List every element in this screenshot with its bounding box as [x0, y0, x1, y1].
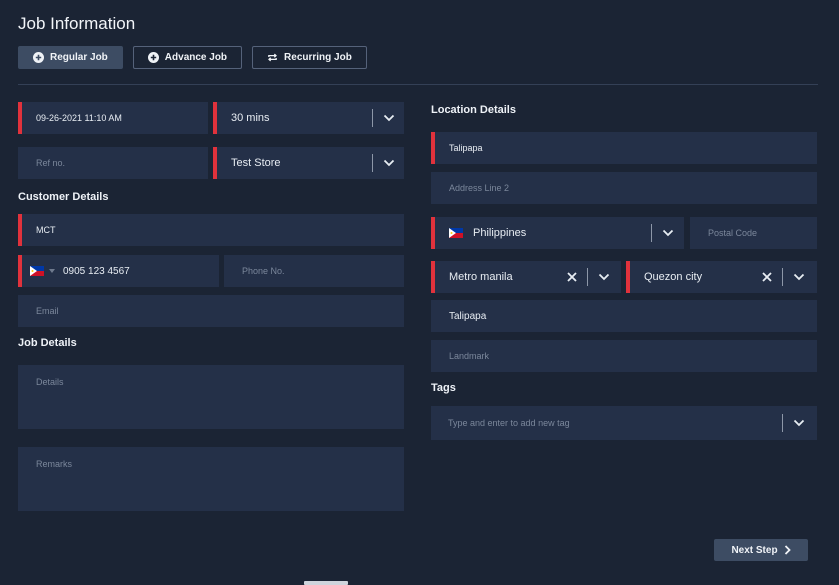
barangay-value: Talipapa	[449, 310, 487, 322]
repeat-icon	[267, 52, 278, 63]
country-value: Philippines	[473, 227, 527, 239]
header-divider	[18, 84, 818, 85]
store-select[interactable]: Test Store	[213, 147, 404, 179]
region-select[interactable]: Metro manila	[431, 261, 621, 293]
location-details-heading: Location Details	[431, 104, 516, 116]
customer-name-field[interactable]: MCT	[18, 214, 404, 246]
region-value: Metro manila	[449, 271, 513, 283]
philippines-flag-icon[interactable]	[30, 266, 44, 276]
phone-input[interactable]: Phone No.	[224, 255, 404, 287]
job-type-tabs: Regular Job Advance Job Recurring Job	[18, 46, 367, 69]
customer-name-value: MCT	[36, 225, 56, 235]
select-separator	[587, 268, 588, 286]
email-input[interactable]: Email	[18, 295, 404, 327]
chevron-down-icon[interactable]	[792, 416, 806, 430]
duration-value: 30 mins	[231, 112, 270, 124]
plus-circle-icon	[33, 52, 44, 63]
caret-down-icon[interactable]	[49, 269, 55, 273]
clear-icon[interactable]	[760, 270, 774, 284]
mobile-field[interactable]: 0905 123 4567	[18, 255, 219, 287]
tab-label: Recurring Job	[284, 52, 352, 63]
chevron-right-icon	[784, 545, 791, 555]
chevron-down-icon[interactable]	[661, 226, 675, 240]
clear-icon[interactable]	[565, 270, 579, 284]
chevron-down-icon[interactable]	[792, 270, 806, 284]
tags-input[interactable]: Type and enter to add new tag	[431, 406, 817, 440]
tab-advance-job[interactable]: Advance Job	[132, 46, 243, 69]
postal-code-placeholder: Postal Code	[708, 228, 758, 238]
tab-regular-job[interactable]: Regular Job	[18, 46, 123, 69]
postal-code-input[interactable]: Postal Code	[690, 217, 817, 249]
tab-label: Advance Job	[164, 52, 228, 63]
select-separator	[651, 224, 652, 242]
address-line1-field[interactable]: Talipapa	[431, 132, 817, 164]
phone-placeholder: Phone No.	[242, 266, 285, 276]
store-value: Test Store	[231, 157, 281, 169]
country-select[interactable]: Philippines	[431, 217, 684, 249]
city-value: Quezon city	[644, 271, 703, 283]
barangay-field[interactable]: Talipapa	[431, 300, 817, 332]
ref-no-input[interactable]: Ref no.	[18, 147, 208, 179]
city-select[interactable]: Quezon city	[626, 261, 817, 293]
tags-heading: Tags	[431, 382, 456, 394]
address-line2-input[interactable]: Address Line 2	[431, 172, 817, 204]
duration-select[interactable]: 30 mins	[213, 102, 404, 134]
email-placeholder: Email	[36, 306, 59, 316]
chevron-down-icon[interactable]	[597, 270, 611, 284]
plus-circle-icon	[147, 52, 159, 63]
select-separator	[372, 154, 373, 172]
tab-label: Regular Job	[50, 52, 108, 63]
datetime-value: 09-26-2021 11:10 AM	[36, 113, 122, 123]
next-step-button[interactable]: Next Step	[714, 539, 808, 561]
philippines-flag-icon	[449, 228, 463, 238]
select-separator	[782, 414, 783, 432]
tab-recurring-job[interactable]: Recurring Job	[252, 46, 367, 69]
tags-placeholder: Type and enter to add new tag	[448, 418, 570, 428]
remarks-textarea[interactable]: Remarks	[18, 447, 404, 511]
details-placeholder: Details	[36, 377, 64, 387]
address-line1-value: Talipapa	[449, 143, 483, 153]
mobile-value: 0905 123 4567	[63, 265, 130, 277]
customer-details-heading: Customer Details	[18, 191, 109, 203]
remarks-placeholder: Remarks	[36, 459, 73, 469]
next-step-label: Next Step	[731, 544, 778, 556]
select-separator	[782, 268, 783, 286]
page-title: Job Information	[18, 14, 136, 33]
landmark-placeholder: Landmark	[449, 351, 490, 361]
select-separator	[372, 109, 373, 127]
chevron-down-icon[interactable]	[382, 156, 396, 170]
job-details-heading: Job Details	[18, 337, 77, 349]
landmark-input[interactable]: Landmark	[431, 340, 817, 372]
datetime-field[interactable]: 09-26-2021 11:10 AM	[18, 102, 208, 134]
address-line2-placeholder: Address Line 2	[449, 183, 510, 193]
horizontal-scrollbar-thumb[interactable]	[304, 581, 348, 585]
chevron-down-icon[interactable]	[382, 111, 396, 125]
ref-no-placeholder: Ref no.	[36, 158, 66, 168]
details-textarea[interactable]: Details	[18, 365, 404, 429]
